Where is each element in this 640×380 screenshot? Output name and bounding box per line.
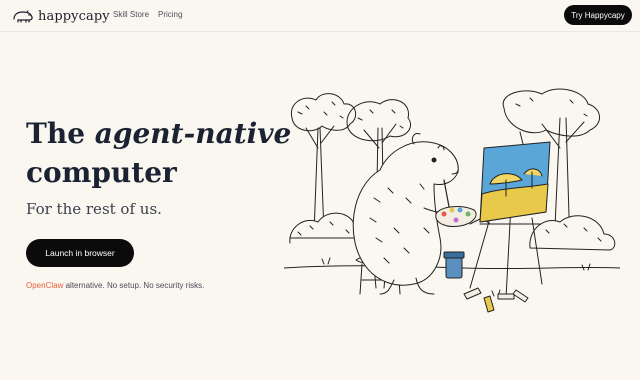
hero-title-line1: The agent-native xyxy=(26,120,291,148)
capybara-logo-icon xyxy=(13,10,33,23)
brand-logo[interactable]: happycapy xyxy=(12,7,110,25)
tagline-text: alternative. No setup. No security risks… xyxy=(65,281,205,290)
brand-name: happycapy xyxy=(38,8,110,24)
left-tree xyxy=(290,93,357,234)
hero-tagline: OpenClaw alternative. No setup. No secur… xyxy=(26,281,204,290)
paint-tubes xyxy=(463,287,529,313)
try-happycapy-button[interactable]: Try Happycapy xyxy=(564,5,632,25)
hero-title-line2: computer xyxy=(26,156,177,189)
top-nav: happycapy Skill Store Pricing Try Happyc… xyxy=(0,0,640,32)
nav-link-skill-store[interactable]: Skill Store xyxy=(113,10,149,19)
paint-jar xyxy=(443,251,465,279)
canvas-painting xyxy=(479,141,551,223)
openclaw-link[interactable]: OpenClaw xyxy=(26,281,63,290)
hero-title-emphasis: agent-native xyxy=(94,117,292,150)
launch-in-browser-button[interactable]: Launch in browser xyxy=(26,239,134,267)
hero-title-prefix: The xyxy=(26,117,86,150)
capybara-painter-illustration xyxy=(284,88,620,313)
nav-link-pricing[interactable]: Pricing xyxy=(158,10,182,19)
hero-subtitle: For the rest of us. xyxy=(26,200,162,218)
